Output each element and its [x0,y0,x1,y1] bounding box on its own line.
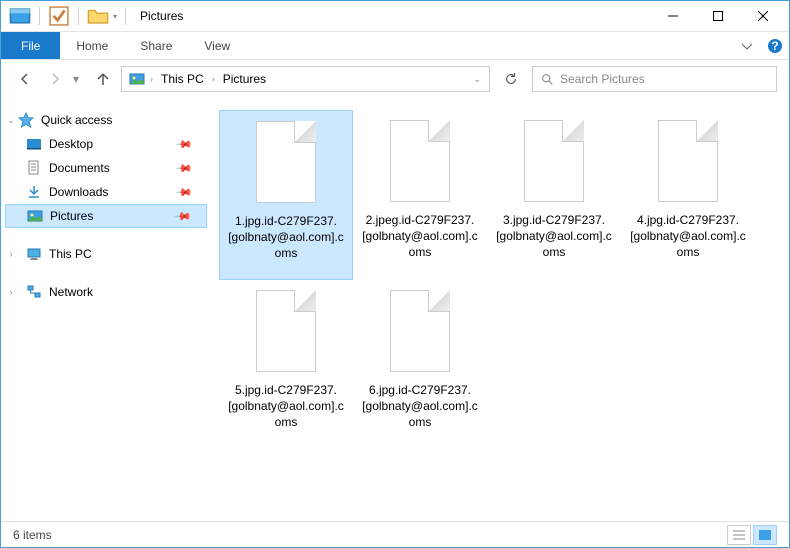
pictures-icon [26,207,44,225]
file-item[interactable]: 2.jpeg.id-C279F237.[golbnaty@aol.com].co… [353,110,487,280]
breadcrumb-this-pc[interactable]: This PC [157,72,208,86]
back-button[interactable] [13,67,37,91]
item-count: 6 items [13,528,52,542]
forward-button[interactable] [43,67,67,91]
pin-icon: 📌 [175,135,194,154]
icons-view-button[interactable] [753,525,777,545]
sidebar: ⌄ Quick access Desktop 📌 Documents 📌 Dow… [1,98,211,521]
qat-dropdown-icon[interactable]: ▾ [113,12,117,21]
close-button[interactable] [740,2,785,31]
chevron-right-icon[interactable]: › [212,74,215,84]
sidebar-label: Desktop [49,137,93,151]
file-icon [246,117,326,207]
folder-dropdown-icon[interactable] [87,5,109,27]
file-icon [648,116,728,206]
maximize-button[interactable] [695,2,740,31]
details-view-button[interactable] [727,525,751,545]
ribbon: File Home Share View ? [1,32,789,60]
file-name: 4.jpg.id-C279F237.[golbnaty@aol.com].com… [625,212,751,261]
window-title: Pictures [140,9,183,23]
pin-icon: 📌 [175,183,194,202]
search-placeholder: Search Pictures [560,72,645,86]
sidebar-label: Pictures [50,209,93,223]
tab-view[interactable]: View [188,32,246,59]
file-area[interactable]: 1.jpg.id-C279F237.[golbnaty@aol.com].com… [211,98,789,521]
file-tab[interactable]: File [1,32,60,59]
pictures-icon [128,70,146,88]
file-name: 2.jpeg.id-C279F237.[golbnaty@aol.com].co… [357,212,483,261]
breadcrumb[interactable]: › This PC › Pictures ⌄ [121,66,490,92]
sidebar-quick-access[interactable]: ⌄ Quick access [5,108,207,132]
history-dropdown-icon[interactable]: ▾ [73,72,85,86]
status-bar: 6 items [1,521,789,547]
titlebar: ▾ Pictures [1,1,789,32]
sidebar-item-pictures[interactable]: Pictures 📌 [5,204,207,228]
search-icon [541,73,554,86]
documents-icon [25,159,43,177]
chevron-right-icon[interactable]: › [150,74,153,84]
file-name: 3.jpg.id-C279F237.[golbnaty@aol.com].com… [491,212,617,261]
pin-icon: 📌 [175,159,194,178]
up-button[interactable] [91,67,115,91]
breadcrumb-pictures[interactable]: Pictures [219,72,270,86]
help-icon[interactable]: ? [761,32,789,59]
file-name: 5.jpg.id-C279F237.[golbnaty@aol.com].com… [223,382,349,431]
file-icon [514,116,594,206]
sidebar-this-pc[interactable]: › This PC [5,242,207,266]
sidebar-label: Network [49,285,93,299]
downloads-icon [25,183,43,201]
sidebar-label: Quick access [41,113,112,127]
star-icon [17,111,35,129]
svg-text:?: ? [771,39,778,53]
search-input[interactable]: Search Pictures [532,66,777,92]
tab-home[interactable]: Home [60,32,124,59]
file-icon [380,286,460,376]
sidebar-network[interactable]: › Network [5,280,207,304]
pin-icon: 📌 [174,207,193,226]
file-item[interactable]: 5.jpg.id-C279F237.[golbnaty@aol.com].com… [219,280,353,450]
this-pc-icon [25,245,43,263]
refresh-button[interactable] [496,66,526,92]
file-item[interactable]: 1.jpg.id-C279F237.[golbnaty@aol.com].com… [219,110,353,280]
quick-access-toolbar: ▾ [5,5,130,27]
network-icon [25,283,43,301]
sidebar-item-documents[interactable]: Documents 📌 [5,156,207,180]
expand-icon[interactable]: › [5,287,17,297]
sidebar-label: Documents [49,161,110,175]
file-name: 6.jpg.id-C279F237.[golbnaty@aol.com].com… [357,382,483,431]
chevron-down-icon[interactable]: ⌄ [473,74,481,85]
checkbox-icon[interactable] [48,5,70,27]
navigation-bar: ▾ › This PC › Pictures ⌄ Search Pictures [1,60,789,98]
file-item[interactable]: 4.jpg.id-C279F237.[golbnaty@aol.com].com… [621,110,755,280]
minimize-button[interactable] [650,2,695,31]
sidebar-item-desktop[interactable]: Desktop 📌 [5,132,207,156]
file-icon [380,116,460,206]
sidebar-label: This PC [49,247,92,261]
expand-icon[interactable]: › [5,249,17,259]
file-icon [246,286,326,376]
sidebar-item-downloads[interactable]: Downloads 📌 [5,180,207,204]
file-item[interactable]: 6.jpg.id-C279F237.[golbnaty@aol.com].com… [353,280,487,450]
collapse-icon[interactable]: ⌄ [5,115,17,126]
file-name: 1.jpg.id-C279F237.[golbnaty@aol.com].com… [224,213,348,262]
sidebar-label: Downloads [49,185,108,199]
tab-share[interactable]: Share [124,32,188,59]
desktop-icon [25,135,43,153]
app-icon [9,5,31,27]
file-item[interactable]: 3.jpg.id-C279F237.[golbnaty@aol.com].com… [487,110,621,280]
expand-ribbon-icon[interactable] [733,32,761,59]
